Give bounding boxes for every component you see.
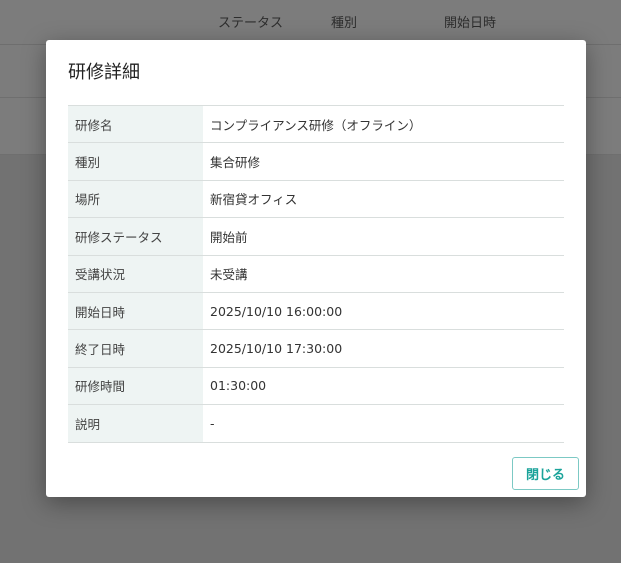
detail-row-end-datetime: 終了日時 2025/10/10 17:30:00	[68, 329, 564, 368]
dialog-title: 研修詳細	[68, 62, 140, 83]
detail-value: -	[203, 404, 564, 443]
background-column-start: 開始日時	[444, 16, 497, 31]
background-column-type: 種別	[331, 16, 358, 31]
detail-label: 種別	[68, 142, 203, 181]
detail-row-start-datetime: 開始日時 2025/10/10 16:00:00	[68, 292, 564, 331]
detail-row-attendance-status: 受講状況 未受講	[68, 255, 564, 293]
detail-value: 集合研修	[203, 142, 564, 181]
detail-label: 研修ステータス	[68, 217, 203, 256]
detail-value: 2025/10/10 17:30:00	[203, 329, 564, 368]
background-table-header: ステータス 種別 開始日時	[0, 0, 621, 45]
detail-row-location: 場所 新宿貸オフィス	[68, 180, 564, 219]
detail-label: 場所	[68, 180, 203, 219]
detail-row-description: 説明 -	[68, 404, 564, 443]
detail-label: 研修名	[68, 105, 203, 144]
detail-label: 受講状況	[68, 255, 203, 293]
detail-row-type: 種別 集合研修	[68, 142, 564, 181]
detail-label: 説明	[68, 404, 203, 443]
detail-value: 未受講	[203, 255, 564, 293]
detail-value: コンプライアンス研修（オフライン）	[203, 105, 564, 144]
detail-value: 01:30:00	[203, 367, 564, 406]
detail-label: 研修時間	[68, 367, 203, 406]
training-detail-dialog: 研修詳細 研修名 コンプライアンス研修（オフライン） 種別 集合研修 場所 新宿…	[46, 40, 586, 497]
detail-value: 2025/10/10 16:00:00	[203, 292, 564, 331]
close-button[interactable]: 閉じる	[512, 457, 579, 490]
detail-value: 新宿貸オフィス	[203, 180, 564, 219]
detail-label: 開始日時	[68, 292, 203, 331]
detail-row-training-status: 研修ステータス 開始前	[68, 217, 564, 256]
detail-row-training-name: 研修名 コンプライアンス研修（オフライン）	[68, 105, 564, 144]
detail-row-duration: 研修時間 01:30:00	[68, 367, 564, 406]
background-column-status: ステータス	[218, 16, 284, 31]
detail-table: 研修名 コンプライアンス研修（オフライン） 種別 集合研修 場所 新宿貸オフィス…	[68, 105, 564, 443]
detail-value: 開始前	[203, 217, 564, 256]
detail-label: 終了日時	[68, 329, 203, 368]
